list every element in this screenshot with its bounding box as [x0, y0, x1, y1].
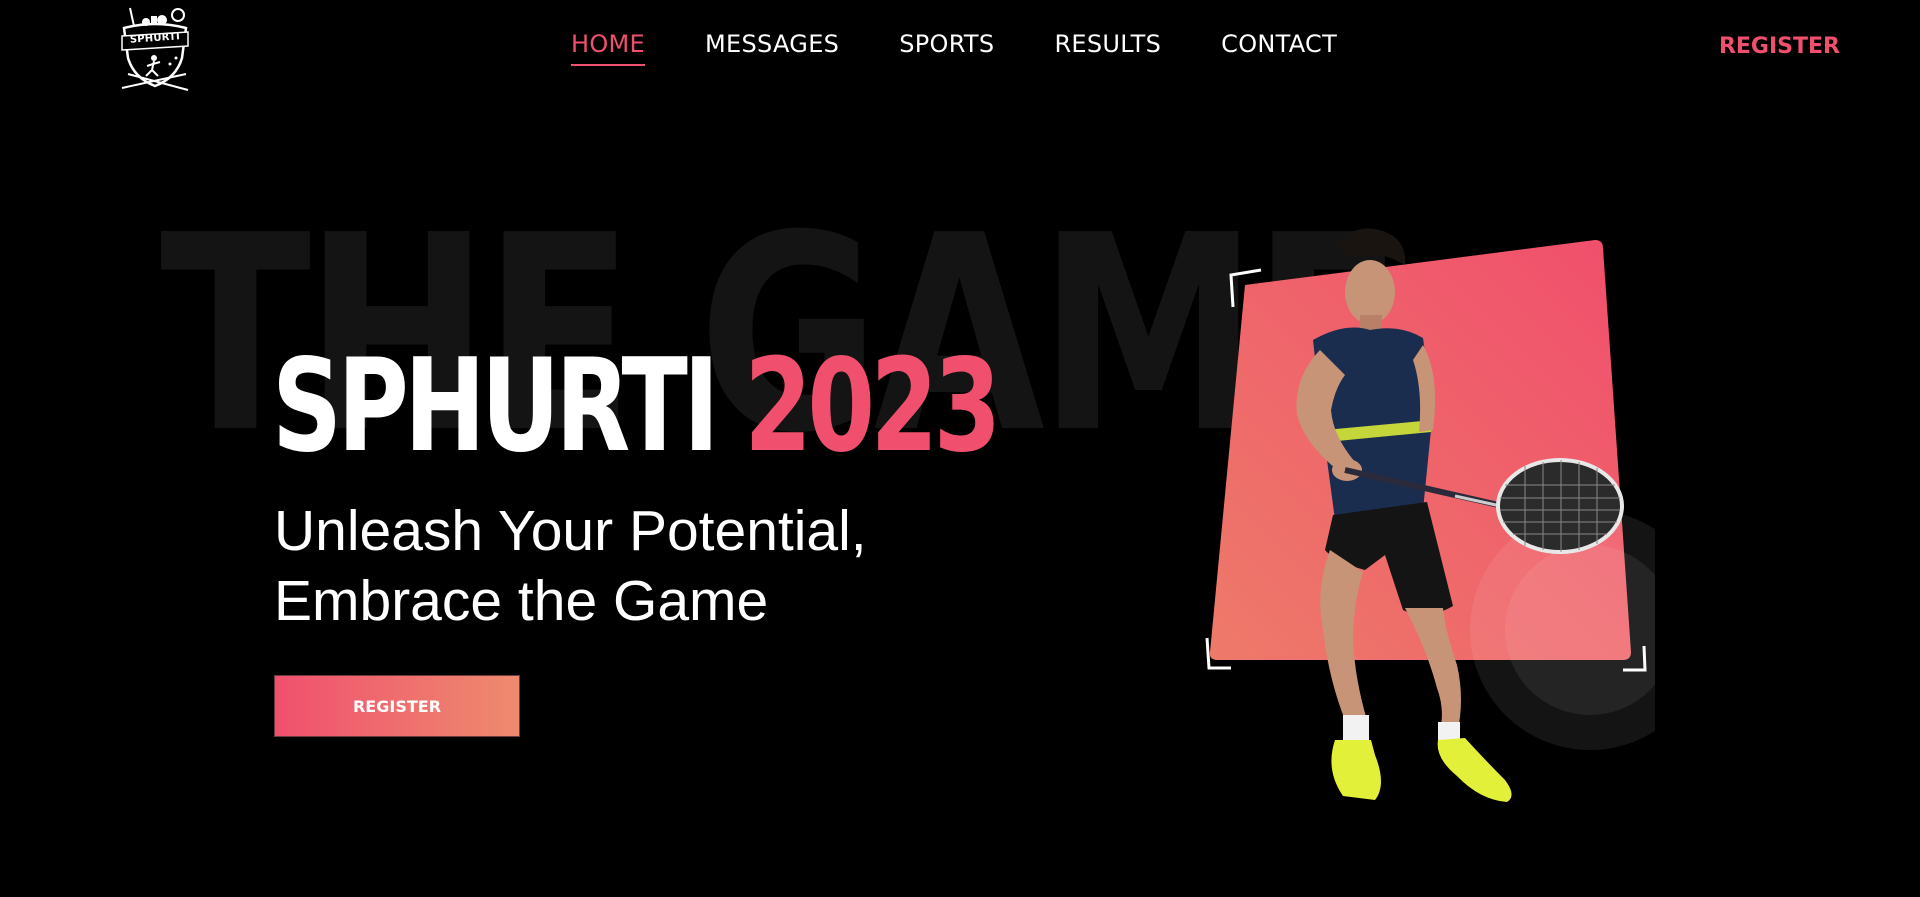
hero-subtitle-line-1: Unleash Your Potential,: [274, 499, 867, 563]
hero-subtitle-line-2: Embrace the Game: [274, 569, 769, 633]
nav-item-messages[interactable]: MESSAGES: [705, 30, 839, 66]
nav-item-sports[interactable]: SPORTS: [899, 30, 994, 66]
nav-item-home[interactable]: HOME: [571, 30, 646, 66]
nav-item-contact[interactable]: CONTACT: [1221, 30, 1337, 66]
site-logo[interactable]: SPHURTI: [118, 6, 192, 92]
hero-image: [1195, 210, 1655, 850]
hero-title-main: SPHURTI: [272, 332, 719, 481]
hero-subtitle: Unleash Your Potential, Embrace the Game: [274, 496, 867, 636]
badminton-player-image-icon: [1205, 228, 1655, 802]
nav-item-results[interactable]: RESULTS: [1054, 30, 1161, 66]
hero-register-button[interactable]: REGISTER: [274, 675, 520, 737]
main-nav: HOME MESSAGES SPORTS RESULTS CONTACT: [571, 30, 1337, 66]
sports-shield-logo-icon: [121, 7, 189, 91]
nav-register-link[interactable]: REGISTER: [1719, 34, 1840, 59]
landing-page: SPHURTI HOME MESSAGES SPORTS RESULTS CON…: [0, 0, 1920, 897]
hero-title: SPHURTI 2023: [272, 343, 1001, 471]
hero-title-year: 2023: [744, 332, 1001, 481]
